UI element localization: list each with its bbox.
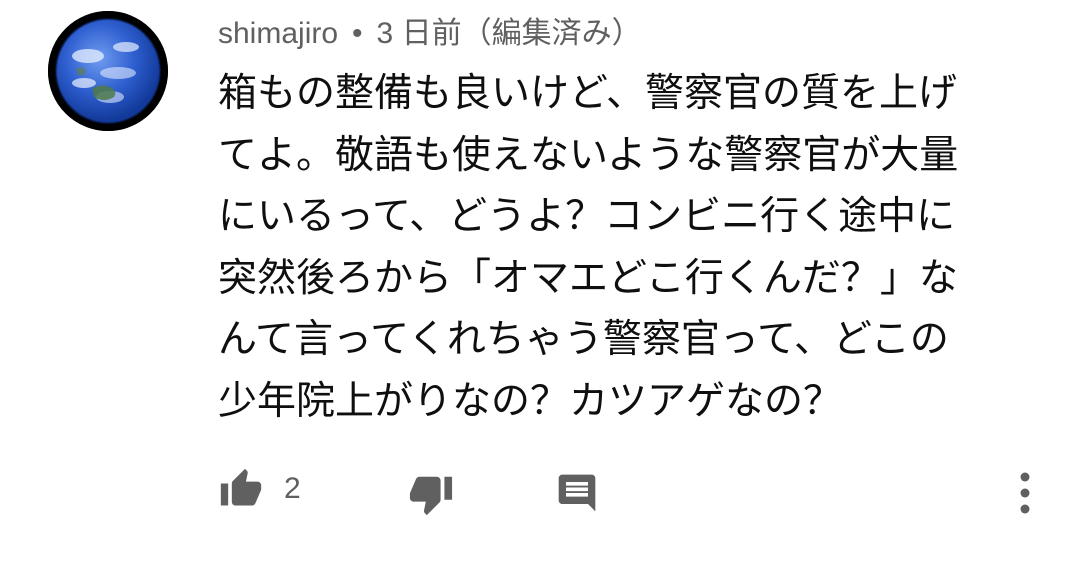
comment-line: にいるって、どうよ？コンビニ行く途中に [218,194,956,239]
meta-separator: • [352,17,363,50]
comment-meta: shimajiro • 3 日前（編集済み） [218,12,642,56]
dislike-button[interactable] [408,468,454,520]
comment-line: 突然後ろから「オマエどこ行くんだ？」な [218,255,958,301]
more-options-button[interactable] [1008,468,1042,518]
comment-reply-icon [558,474,596,512]
comment-line: 箱もの整備も良いけど、警察官の質を上げ [218,71,958,116]
thumb-up-icon [220,468,262,506]
comment-line: んて言ってくれちゃう警察官って、どこの [218,317,949,362]
comment-text: 箱もの整備も良いけど、警察官の質を上げ てよ。敬語も使えないような警察官が大量 … [218,63,1038,432]
comment-line: てよ。敬語も使えないような警察官が大量 [218,132,959,178]
like-count: 2 [284,472,301,505]
avatar[interactable] [48,11,168,131]
more-vert-icon [1020,472,1030,514]
reply-button[interactable] [555,470,599,516]
like-button[interactable]: 2 [218,464,301,514]
thumb-down-icon [409,476,453,516]
comment-timestamp[interactable]: 3 日前（編集済み） [377,17,642,50]
author-name[interactable]: shimajiro [218,17,338,50]
earth-globe-icon [48,11,168,131]
comment-line: 少年院上がりなの？カツアゲなの？ [218,378,843,424]
